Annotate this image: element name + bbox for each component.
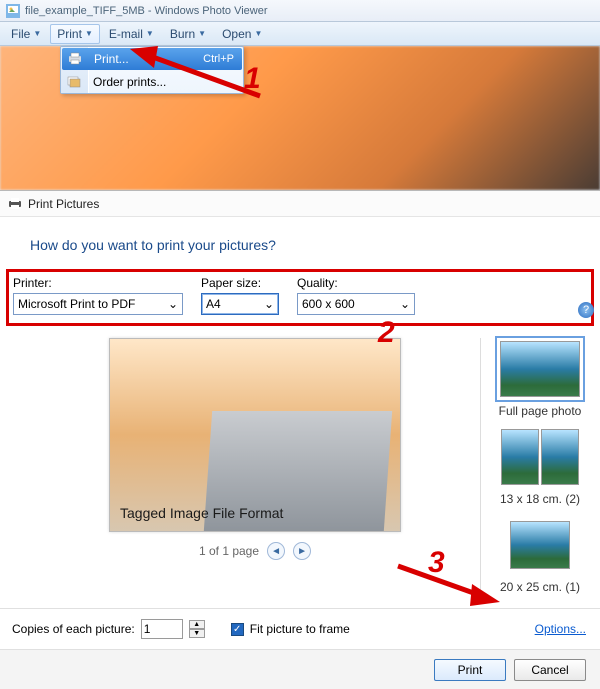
layout-20x25[interactable] xyxy=(497,514,583,576)
printer-label: Printer: xyxy=(13,276,183,290)
print-preview: Tagged Image File Format xyxy=(109,338,401,532)
pager-text: 1 of 1 page xyxy=(199,544,259,558)
print-dialog-titlebar: Print Pictures xyxy=(0,191,600,217)
chevron-down-icon: ⌄ xyxy=(260,294,278,314)
pager-prev-button[interactable]: ◄ xyxy=(267,542,285,560)
help-icon[interactable]: ? xyxy=(578,302,594,318)
annotation-marker-2: 2 xyxy=(378,316,395,350)
print-button[interactable]: Print xyxy=(434,659,506,681)
fit-to-frame-label: Fit picture to frame xyxy=(250,622,350,636)
print-dialog-heading: How do you want to print your pictures? xyxy=(0,217,600,269)
layout-13x18[interactable] xyxy=(497,426,583,488)
print-dropdown: Print... Ctrl+P Order prints... xyxy=(60,46,244,94)
layout-full-page-label: Full page photo xyxy=(484,404,596,418)
layout-list[interactable]: Full page photo 13 x 18 cm. (2) 20 x 25 … xyxy=(480,332,600,608)
wpv-app-icon xyxy=(6,4,20,18)
menu-burn[interactable]: Burn▼ xyxy=(163,24,213,44)
quality-label: Quality: xyxy=(297,276,415,290)
printer-icon xyxy=(8,197,22,211)
annotation-marker-1: 1 xyxy=(244,62,261,96)
menu-email[interactable]: E-mail▼ xyxy=(102,24,161,44)
menuitem-order-prints[interactable]: Order prints... xyxy=(61,71,243,93)
layout-full-page[interactable] xyxy=(497,338,583,400)
order-prints-icon xyxy=(66,74,82,90)
print-dialog-title: Print Pictures xyxy=(28,197,99,211)
quality-select[interactable]: 600 x 600 ⌄ xyxy=(297,293,415,315)
chevron-down-icon: ⌄ xyxy=(164,294,182,314)
menuitem-print[interactable]: Print... Ctrl+P xyxy=(62,48,242,70)
papersize-select[interactable]: A4 ⌄ xyxy=(201,293,279,315)
annotation-marker-3: 3 xyxy=(428,546,445,580)
chevron-down-icon: ⌄ xyxy=(396,294,414,314)
menu-file[interactable]: File▼ xyxy=(4,24,48,44)
menu-open[interactable]: Open▼ xyxy=(215,24,269,44)
layout-20x25-label: 20 x 25 cm. (1) xyxy=(484,580,596,594)
menubar: File▼ Print▼ E-mail▼ Burn▼ Open▼ xyxy=(0,22,600,46)
wpv-window-title: file_example_TIFF_5MB - Windows Photo Vi… xyxy=(25,5,268,17)
layout-13x18-label: 13 x 18 cm. (2) xyxy=(484,492,596,506)
copies-stepper[interactable]: 1 xyxy=(141,619,183,639)
pager-next-button[interactable]: ► xyxy=(293,542,311,560)
fit-to-frame-checkbox[interactable]: ✓ xyxy=(231,623,244,636)
menu-print[interactable]: Print▼ xyxy=(50,24,100,44)
copies-label: Copies of each picture: xyxy=(12,622,135,636)
printer-icon xyxy=(67,51,83,67)
wpv-titlebar: file_example_TIFF_5MB - Windows Photo Vi… xyxy=(0,0,600,22)
annotation-redbox: Printer: Microsoft Print to PDF ⌄ Paper … xyxy=(6,269,594,326)
printer-select[interactable]: Microsoft Print to PDF ⌄ xyxy=(13,293,183,315)
copies-stepper-buttons[interactable]: ▲▼ xyxy=(189,620,205,638)
cancel-button[interactable]: Cancel xyxy=(514,659,586,681)
papersize-label: Paper size: xyxy=(201,276,279,290)
options-link[interactable]: Options... xyxy=(535,622,586,636)
preview-caption: Tagged Image File Format xyxy=(120,505,283,521)
